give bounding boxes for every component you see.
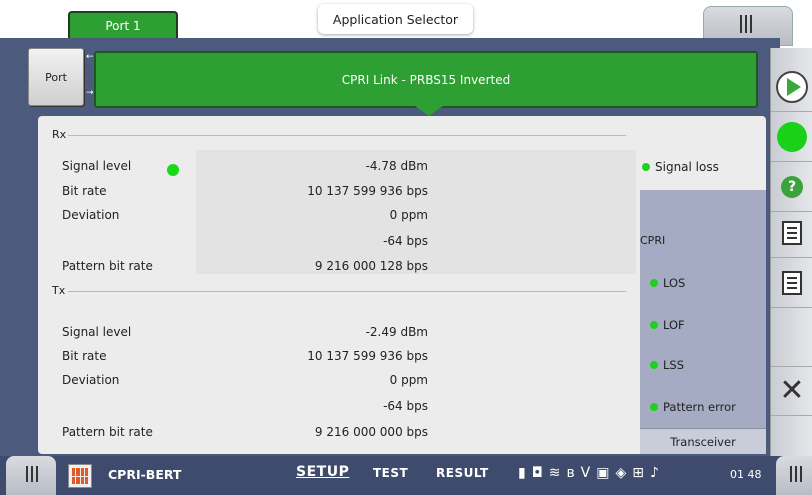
tx-deviation-bps-value: -64 bps: [383, 399, 428, 413]
results-panel: Rx Signal level -4.78 dBm Bit rate 10 13…: [38, 116, 766, 454]
tx-signal-level-label: Signal level: [62, 325, 132, 339]
cpri-los-indicator: LOS: [650, 276, 685, 290]
tx-section-label: Tx: [52, 284, 66, 297]
cpri-alarm-panel: CPRI LOS LOF LSS Pattern error Transceiv…: [640, 190, 766, 454]
banner-pointer: [415, 106, 443, 116]
rx-signal-level-label: Signal level: [62, 159, 132, 173]
tx-signal-level-value: -2.49 dBm: [365, 325, 428, 339]
help-icon: ?: [781, 175, 803, 198]
cpri-lss-label: LSS: [663, 358, 685, 372]
bottom-left-menu-handle[interactable]: [6, 456, 56, 495]
cpri-lss-indicator: LSS: [650, 358, 684, 372]
tx-deviation-label: Deviation: [62, 373, 120, 387]
cpri-link-banner[interactable]: CPRI Link - PRBS15 Inverted: [94, 51, 758, 108]
app-name: CPRI-BERT: [108, 467, 182, 482]
tx-bit-rate-label: Bit rate: [62, 349, 107, 363]
port-direction-arrows-icon: ← →: [86, 52, 94, 98]
tab-test[interactable]: TEST: [373, 466, 408, 480]
network-icon: ◈: [615, 465, 627, 481]
report-button[interactable]: [771, 208, 812, 258]
wifi-icon: ≋: [548, 465, 561, 481]
v-icon: V: [580, 465, 591, 481]
rx-bit-rate-label: Bit rate: [62, 184, 107, 198]
cpri-lof-label: LOF: [663, 318, 685, 332]
close-icon: ✕: [779, 373, 805, 408]
lss-led-icon: [650, 361, 658, 369]
port-button[interactable]: Port: [28, 48, 84, 106]
right-toolbar: ? ✕: [770, 48, 812, 456]
signal-loss-indicator: Signal loss: [642, 160, 719, 174]
bluetooth-icon: ʙ: [566, 465, 575, 481]
cpri-panel-title: CPRI: [640, 234, 666, 247]
tx-deviation-value: 0 ppm: [389, 373, 428, 387]
rx-signal-level-value: -4.78 dBm: [365, 159, 428, 173]
run-button[interactable]: [771, 62, 812, 112]
rx-pattern-bit-rate-label: Pattern bit rate: [62, 259, 153, 273]
battery-icon: ▮: [518, 465, 526, 481]
signal-loss-led-icon: [642, 163, 650, 171]
screen-icon: ▣: [596, 465, 610, 481]
tx-divider: [68, 291, 626, 292]
status-led-button[interactable]: [771, 112, 812, 162]
top-bar: Port 1 Application Selector: [0, 0, 812, 46]
rx-bit-rate-value: 10 137 599 936 bps: [307, 184, 428, 198]
los-led-icon: [650, 279, 658, 287]
run-icon: [776, 70, 808, 103]
signal-loss-label: Signal loss: [655, 160, 719, 174]
rx-deviation-value: 0 ppm: [389, 208, 428, 222]
help-button[interactable]: ?: [771, 162, 812, 212]
grip-icon: [740, 15, 752, 33]
cpri-los-label: LOS: [663, 276, 686, 290]
close-button[interactable]: ✕: [771, 366, 812, 416]
tx-pattern-bit-rate-value: 9 216 000 000 bps: [314, 425, 428, 439]
rx-pattern-bit-rate-value: 9 216 000 128 bps: [314, 259, 428, 273]
pattern-error-led-icon: [650, 403, 658, 411]
bottom-bar: CPRI-BERT SETUP TEST RESULT ▮ ◘ ≋ ʙ V ▣ …: [0, 456, 812, 495]
clock: 01 48: [730, 468, 762, 481]
tab-result[interactable]: RESULT: [436, 466, 489, 480]
cpri-bert-app-icon[interactable]: [68, 464, 92, 488]
cpri-pattern-error-indicator: Pattern error: [650, 400, 736, 414]
transceiver-button[interactable]: Transceiver: [640, 428, 766, 454]
status-icons: ▮ ◘ ≋ ʙ V ▣ ◈ ⊞ ♪: [518, 465, 659, 481]
bottom-right-menu-handle[interactable]: [776, 456, 812, 495]
cpri-pattern-error-label: Pattern error: [663, 400, 736, 414]
rx-section-label: Rx: [52, 128, 67, 141]
tx-bit-rate-value: 10 137 599 936 bps: [307, 349, 428, 363]
rx-deviation-label: Deviation: [62, 208, 120, 222]
notes-button[interactable]: [771, 258, 812, 308]
status-led-icon: [777, 121, 807, 152]
cpri-lof-indicator: LOF: [650, 318, 685, 332]
lan-icon: ⊞: [632, 465, 644, 481]
report-icon: [782, 220, 802, 245]
grip-icon: [26, 466, 38, 482]
rx-divider: [68, 135, 626, 136]
speaker-icon: ♪: [649, 465, 659, 481]
application-selector-button[interactable]: Application Selector: [318, 4, 473, 34]
rx-signal-led-icon: [167, 164, 179, 176]
tx-pattern-bit-rate-label: Pattern bit rate: [62, 425, 153, 439]
rx-deviation-bps-value: -64 bps: [383, 234, 428, 248]
camera-icon: ◘: [531, 465, 543, 481]
notes-icon: [782, 270, 802, 295]
grip-icon: [790, 466, 802, 482]
tab-setup[interactable]: SETUP: [296, 464, 349, 480]
lof-led-icon: [650, 321, 658, 329]
port-1-tab[interactable]: Port 1: [68, 11, 178, 39]
